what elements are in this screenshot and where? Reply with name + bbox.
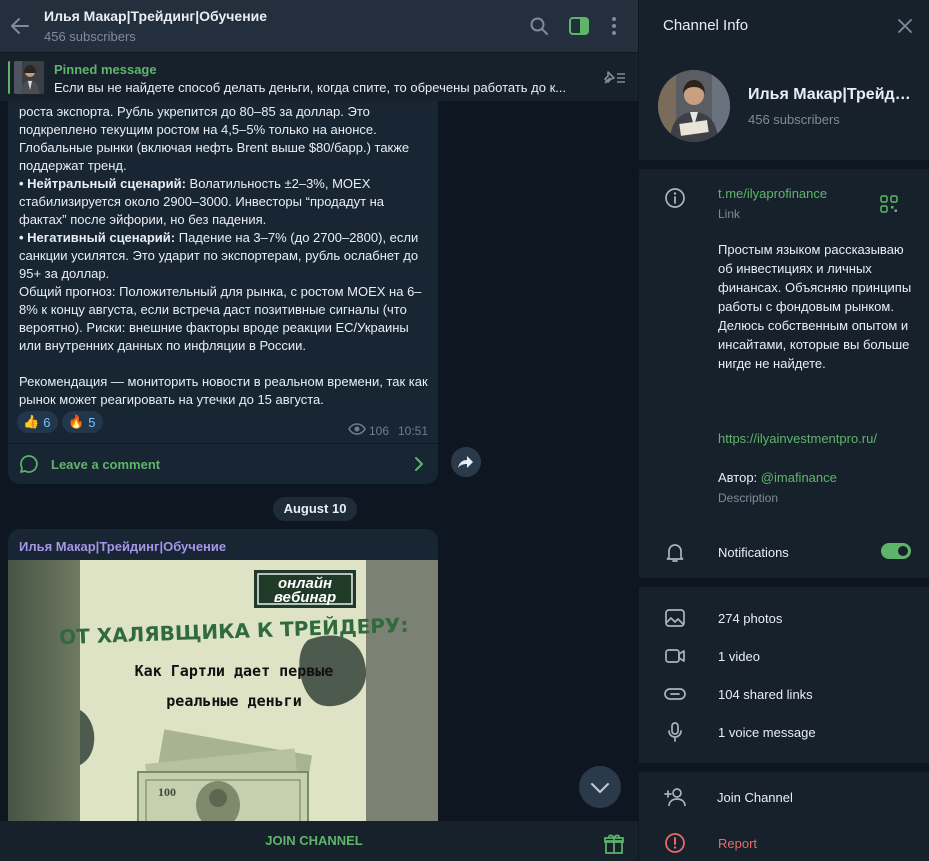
- author-line: Автор: @imafinance: [718, 470, 837, 485]
- message-time: 10:51: [398, 424, 429, 438]
- join-channel-button[interactable]: JOIN CHANNEL: [214, 821, 414, 861]
- thumbs-up-icon: 👍: [23, 414, 40, 429]
- add-user-icon: [664, 788, 686, 807]
- chevron-down-icon: [591, 783, 609, 793]
- message-paragraph: роста экспорта. Рубль укрепится до 80–85…: [19, 103, 433, 175]
- paragraph-text: Общий прогноз: Положительный для рынка, …: [19, 284, 422, 353]
- message-bubble[interactable]: Илья Макар|Трейдинг|Обучение онлайн веби…: [8, 529, 438, 821]
- message-bubble[interactable]: роста экспорта. Рубль укрепится до 80–85…: [8, 101, 438, 484]
- close-icon: [898, 19, 912, 33]
- author-prefix: Автор:: [718, 470, 761, 485]
- pinned-label: Pinned message: [54, 62, 157, 77]
- comment-icon: [20, 455, 38, 473]
- badge-line-2: вебинар: [274, 589, 336, 606]
- section-divider: [639, 160, 929, 169]
- image-subline-2: реальные деньги: [166, 692, 301, 710]
- channel-title[interactable]: Илья Макар|Трейдинг|Обучение: [44, 8, 267, 24]
- paragraph-text: Рекомендация — мониторить новости в реал…: [19, 374, 428, 407]
- videos-row[interactable]: 1 video: [718, 649, 760, 664]
- info-icon: [665, 188, 685, 208]
- subscriber-count: 456 subscribers: [748, 112, 840, 127]
- pinned-indicator: [8, 61, 10, 94]
- message-text: роста экспорта. Рубль укрепится до 80–85…: [19, 103, 433, 409]
- reaction-thumbs-up[interactable]: 👍 6: [17, 411, 59, 433]
- channel-link[interactable]: t.me/ilyaprofinance: [718, 186, 827, 201]
- date-separator: August 10: [273, 497, 357, 521]
- avatar[interactable]: [658, 70, 730, 142]
- channel-info-panel: Channel Info Илья Макар|Трейдинг|Обучени…: [638, 0, 929, 861]
- bell-icon: [666, 544, 684, 562]
- link-caption: Link: [718, 207, 741, 221]
- photo-icon: [665, 609, 685, 627]
- join-channel-action[interactable]: Join Channel: [717, 790, 793, 805]
- image-subline-1: Как Гартли дает первые: [135, 662, 334, 680]
- message-paragraph: Общий прогноз: Положительный для рынка, …: [19, 283, 433, 355]
- sidebar-icon: [569, 17, 589, 35]
- toggle-knob: [896, 544, 910, 558]
- voice-messages-row[interactable]: 1 voice message: [718, 725, 816, 740]
- pin-list-icon: [604, 71, 625, 84]
- message-list[interactable]: роста экспорта. Рубль укрепится до 80–85…: [0, 101, 638, 821]
- toggle-info-panel-button[interactable]: [567, 14, 591, 38]
- report-action[interactable]: Report: [718, 836, 757, 851]
- video-icon: [665, 649, 685, 663]
- report-icon: [665, 833, 685, 853]
- fire-icon: 🔥: [68, 414, 85, 429]
- notifications-toggle[interactable]: [881, 543, 911, 559]
- banknote-value: 100: [158, 785, 176, 799]
- more-options-button[interactable]: [602, 14, 626, 38]
- pinned-list-button[interactable]: [599, 69, 627, 87]
- pinned-thumbnail: [14, 61, 44, 94]
- section-divider: [639, 763, 929, 772]
- message-paragraph: • Негативный сценарий: Падение на 3–7% (…: [19, 229, 433, 283]
- pinned-text: Если вы не найдете способ делать деньги,…: [54, 80, 567, 95]
- gift-icon: [604, 834, 624, 854]
- info-panel-title: Channel Info: [663, 17, 749, 34]
- scroll-to-bottom-button[interactable]: [579, 766, 621, 808]
- link-icon: [664, 688, 686, 700]
- subscriber-count: 456 subscribers: [44, 29, 136, 44]
- notifications-label: Notifications: [718, 545, 789, 560]
- message-paragraph: • Нейтральный сценарий: Волатильность ±2…: [19, 175, 433, 229]
- join-bar: JOIN CHANNEL: [0, 821, 638, 861]
- qr-code-icon: [880, 195, 898, 213]
- paragraph-heading: • Нейтральный сценарий:: [19, 176, 186, 191]
- reaction-count: 6: [43, 414, 51, 430]
- channel-name: Илья Макар|Трейдинг|Обучение: [748, 86, 918, 103]
- microphone-icon: [668, 722, 682, 742]
- chat-header: Илья Макар|Трейдинг|Обучение 456 subscri…: [0, 0, 638, 52]
- search-icon: [530, 17, 548, 35]
- description-caption: Description: [718, 491, 779, 505]
- chevron-right-icon: [415, 457, 423, 471]
- search-button[interactable]: [527, 14, 551, 38]
- reaction-fire[interactable]: 🔥 5: [62, 411, 104, 433]
- message-paragraph: [19, 355, 433, 373]
- back-button[interactable]: [8, 14, 32, 38]
- message-author[interactable]: Илья Макар|Трейдинг|Обучение: [19, 539, 226, 554]
- share-arrow-icon: [458, 456, 473, 468]
- paragraph-heading: • Негативный сценарий:: [19, 230, 176, 245]
- post-image[interactable]: онлайн вебинар ОТ ХАЛЯВЩИКА К ТРЕЙДЕРУ: …: [8, 560, 438, 821]
- arrow-left-icon: [11, 18, 29, 34]
- photos-row[interactable]: 274 photos: [718, 611, 782, 626]
- qr-code-button[interactable]: [880, 195, 898, 213]
- chat-panel: Илья Макар|Трейдинг|Обучение 456 subscri…: [0, 0, 638, 861]
- reaction-count: 5: [88, 414, 96, 430]
- paragraph-text: роста экспорта. Рубль укрепится до 80–85…: [19, 104, 410, 173]
- shared-links-row[interactable]: 104 shared links: [718, 687, 813, 702]
- author-handle-link[interactable]: @imafinance: [761, 470, 837, 485]
- gift-button[interactable]: [603, 833, 625, 855]
- channel-description: Простым языком рассказываю об инвестиция…: [718, 242, 912, 371]
- close-button[interactable]: [895, 16, 915, 36]
- eye-icon: [348, 423, 366, 435]
- website-link[interactable]: https://ilyainvestmentpro.ru/: [718, 431, 877, 446]
- more-vertical-icon: [612, 17, 616, 35]
- comment-label: Leave a comment: [51, 457, 161, 472]
- view-count: 106: [369, 424, 390, 438]
- message-paragraph: Рекомендация — мониторить новости в реал…: [19, 373, 433, 409]
- pinned-message-bar[interactable]: Pinned message Если вы не найдете способ…: [0, 52, 638, 101]
- section-divider: [639, 578, 929, 587]
- leave-comment-button[interactable]: Leave a comment: [8, 444, 438, 484]
- share-button[interactable]: [451, 447, 481, 477]
